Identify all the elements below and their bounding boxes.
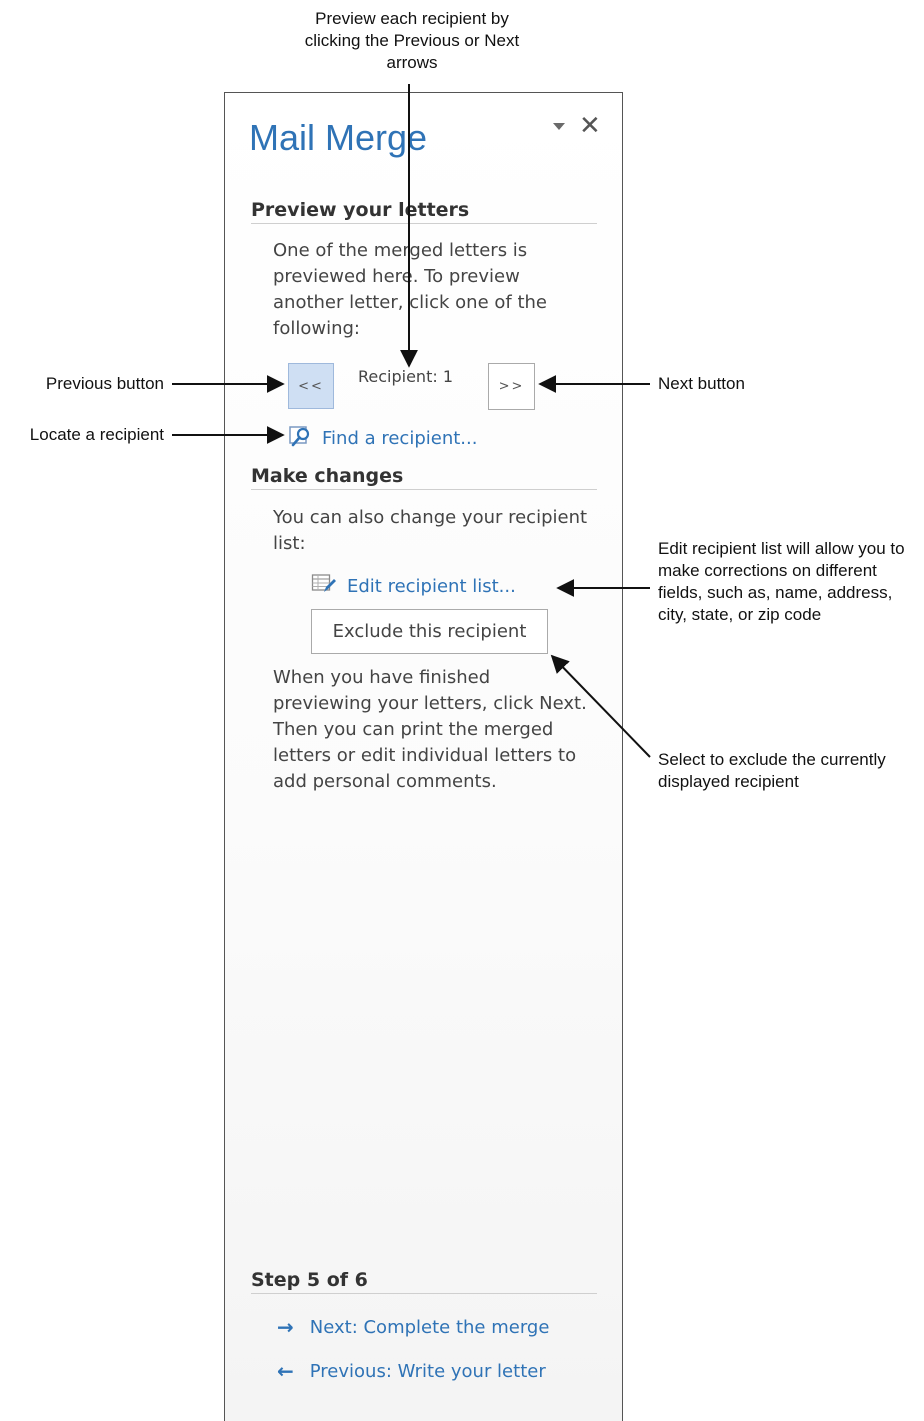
make-changes-description: You can also change your recipient list: [273,507,588,554]
previous-recipient-button[interactable]: << [288,363,334,409]
find-recipient-label: Find a recipient... [322,427,478,449]
callout-next-button: Next button [658,374,745,393]
close-icon[interactable]: ✕ [579,113,601,139]
edit-list-icon [311,573,337,599]
pane-title: Mail Merge [249,117,428,158]
next-step-label: Next: Complete the merge [309,1316,550,1338]
make-changes-heading: Make changes [251,465,597,490]
next-step-link[interactable]: → Next: Complete the merge [277,1315,549,1339]
recipient-counter: Recipient: 1 [358,367,453,386]
callout-edit-recipient-list: Edit recipient list will allow you to ma… [658,539,905,624]
edit-recipient-list-link[interactable]: Edit recipient list... [311,573,516,599]
find-recipient-icon [288,424,312,452]
chevron-down-icon[interactable] [553,123,565,130]
previous-step-label: Previous: Write your letter [309,1360,546,1382]
finish-instructions: When you have finished previewing your l… [273,667,587,792]
callout-locate-recipient: Locate a recipient [29,425,164,444]
exclude-recipient-button[interactable]: Exclude this recipient [311,609,548,654]
callout-preview-recipients: Preview each recipient by clicking the P… [304,9,520,72]
previous-step-link[interactable]: ← Previous: Write your letter [277,1359,546,1383]
next-recipient-button[interactable]: >> [488,363,535,410]
mail-merge-pane: Mail Merge ✕ Preview your letters One of… [224,92,623,1421]
callout-exclude-recipient: Select to exclude the currently displaye… [658,750,886,791]
arrow-right-icon: → [277,1315,294,1339]
arrow-left-icon: ← [277,1359,294,1383]
find-recipient-link[interactable]: Find a recipient... [288,424,477,452]
callout-previous-button: Previous button [45,374,164,393]
edit-recipient-list-label: Edit recipient list... [347,575,516,597]
step-heading: Step 5 of 6 [251,1269,597,1294]
preview-description: One of the merged letters is previewed h… [273,240,547,339]
preview-heading: Preview your letters [251,199,597,224]
